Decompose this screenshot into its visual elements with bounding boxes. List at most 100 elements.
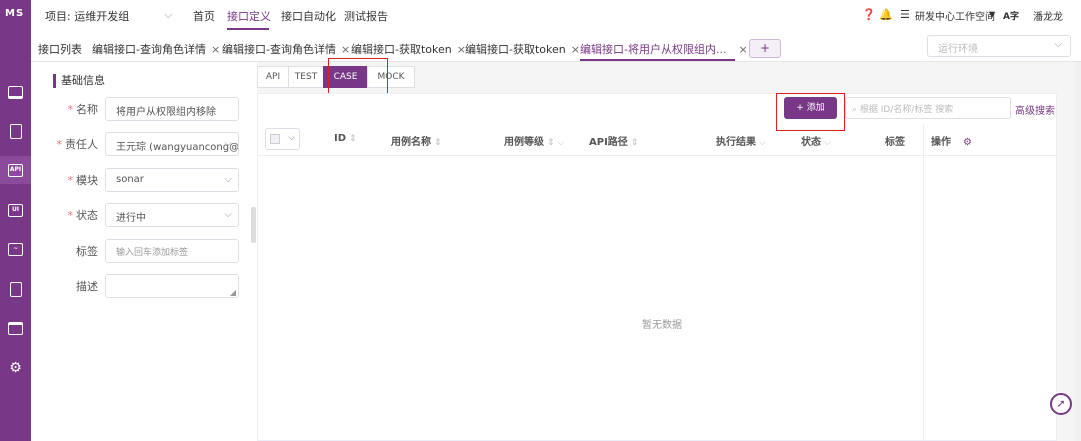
search-placeholder: 根据 ID/名称/标签 搜索 (859, 105, 954, 115)
column-id[interactable]: ID ⇕ (334, 133, 357, 144)
owner-select[interactable]: 王元琮 (wangyuancong@ ⌵ (105, 132, 239, 156)
field-label: * 责任人 (56, 138, 99, 151)
form-row-tags: 标签 输入回车添加标签 (37, 239, 255, 263)
actions-column (923, 124, 1056, 441)
filter-icon: ⌵ (759, 138, 766, 148)
form-row-status: * 状态 进行中 ⌵ (37, 203, 255, 227)
tab-active-indicator (580, 59, 735, 61)
close-icon[interactable]: × (211, 43, 220, 56)
mode-tab-api[interactable]: API (257, 66, 289, 88)
chevron-down-icon[interactable]: ⌵ (164, 8, 172, 22)
user-menu[interactable]: 潘龙龙 (1033, 8, 1063, 23)
column-case-name[interactable]: 用例名称 ⇕ (391, 133, 442, 148)
sidebar: MS API UI ~ ⚙ (0, 0, 31, 441)
performance-icon[interactable]: ~ (0, 235, 31, 263)
panel-resize-handle[interactable] (251, 207, 256, 243)
nav-home[interactable]: 首页 (193, 8, 215, 24)
help-icon[interactable]: ❓ (862, 8, 876, 21)
app-logo[interactable]: MS (5, 8, 27, 26)
select-all-checkbox[interactable] (270, 134, 280, 144)
form-row-name: * 名称 将用户从权限组内移除 (37, 97, 255, 121)
tab-label: 编辑接口-获取token (465, 43, 566, 56)
tab-label: 编辑接口-查询角色详情 (92, 43, 206, 56)
advanced-search-link[interactable]: 高级搜索 (1015, 102, 1055, 117)
tab-edit-2[interactable]: 编辑接口-查询角色详情 × (222, 41, 350, 57)
field-label: * 模块 (67, 174, 99, 187)
ui-icon[interactable]: UI (0, 196, 31, 224)
nav-api-definition[interactable]: 接口定义 (227, 8, 271, 24)
case-panel: API TEST CASE MOCK + 添加 ⌕ 根据 ID/名称/标签 搜索… (257, 58, 1081, 441)
field-label: 标签 (76, 245, 98, 258)
workspace-list-icon: ☰ (900, 8, 910, 21)
project-selector[interactable]: 项目: 运维开发组 (45, 8, 129, 24)
sort-icon: ⇕ (630, 138, 639, 148)
scrollbar[interactable] (1075, 62, 1081, 441)
tab-edit-5[interactable]: 编辑接口-将用户从权限组内... × (580, 41, 748, 57)
tab-edit-4[interactable]: 编辑接口-获取token × (465, 41, 580, 57)
column-api-path[interactable]: API路径 ⇕ (589, 133, 638, 148)
column-result[interactable]: 执行结果 ⌵ (716, 133, 766, 148)
name-input[interactable]: 将用户从权限组内移除 (105, 97, 239, 121)
chevron-down-icon: ⌵ (224, 138, 232, 149)
track-icon[interactable] (0, 117, 31, 145)
empty-state: 暂无数据 (642, 320, 682, 331)
nav-test-report[interactable]: 测试报告 (344, 8, 388, 24)
filter-icon: ⌵ (824, 138, 831, 148)
top-bar: 项目: 运维开发组 ⌵ 首页 接口定义 接口自动化 测试报告 ❓ 🔔 ☰ 研发中… (31, 0, 1081, 30)
case-table-panel: + 添加 ⌕ 根据 ID/名称/标签 搜索 高级搜索 ⌵ ID ⇕ 用例名称 ⇕ 用… (257, 93, 1057, 441)
column-tags: 标签 (885, 137, 905, 148)
workstation-icon[interactable] (0, 78, 31, 106)
nav-api-automation[interactable]: 接口自动化 (281, 8, 336, 24)
add-tab-button[interactable]: + (749, 39, 781, 58)
sort-icon: ⇕ ⌵ (547, 138, 565, 148)
project-icon[interactable] (0, 314, 31, 342)
module-select[interactable]: sonar ⌵ (105, 168, 239, 192)
language-icon[interactable]: A字 (1003, 9, 1019, 22)
tab-api-list[interactable]: 接口列表 (38, 41, 82, 57)
field-label: 描述 (76, 280, 98, 293)
report-icon[interactable] (0, 275, 31, 303)
tab-label: 编辑接口-将用户从权限组内... (580, 43, 727, 56)
settings-icon[interactable]: ⚙ (0, 354, 31, 382)
compass-icon[interactable]: ➚ (1050, 393, 1072, 415)
highlight-add-button (776, 93, 845, 131)
tab-edit-1[interactable]: 编辑接口-查询角色详情 × (92, 41, 220, 57)
column-case-level[interactable]: 用例等级 ⇕ ⌵ (504, 133, 564, 148)
form-row-owner: * 责任人 王元琮 (wangyuancong@ ⌵ (37, 132, 255, 156)
field-label: * 状态 (67, 209, 99, 222)
caret-down-icon[interactable]: ▼ (989, 10, 995, 19)
tab-label: 编辑接口-获取token (351, 43, 452, 56)
chevron-down-icon: ⌵ (224, 174, 232, 185)
form-row-module: * 模块 sonar ⌵ (37, 168, 255, 192)
status-select[interactable]: 进行中 ⌵ (105, 203, 239, 227)
workspace-selector[interactable]: 研发中心工作空间 (915, 8, 995, 23)
search-icon: ⌕ (852, 105, 858, 115)
sort-icon: ⇕ (349, 134, 357, 144)
close-icon[interactable]: × (571, 43, 580, 56)
tags-input[interactable]: 输入回车添加标签 (105, 239, 239, 263)
field-label: * 名称 (67, 103, 99, 116)
chevron-down-icon: ⌵ (288, 133, 295, 143)
api-icon[interactable]: API (0, 156, 31, 184)
tab-edit-3[interactable]: 编辑接口-获取token × (351, 41, 466, 57)
select-all-dropdown[interactable]: ⌵ (265, 128, 300, 150)
sort-icon: ⇕ (434, 138, 442, 148)
environment-placeholder: 运行环境 (938, 44, 978, 55)
basic-info-panel: 基础信息 * 名称 将用户从权限组内移除 * 责任人 王元琮 (wangyuanco… (37, 62, 255, 441)
tab-bar: 接口列表 编辑接口-查询角色详情 × 编辑接口-查询角色详情 × 编辑接口-获取to… (31, 35, 1081, 62)
mode-tab-test[interactable]: TEST (288, 66, 324, 88)
search-input[interactable]: ⌕ 根据 ID/名称/标签 搜索 (845, 97, 1011, 119)
chevron-down-icon: ⌵ (1054, 39, 1062, 50)
column-status[interactable]: 状态 ⌵ (801, 133, 831, 148)
close-icon[interactable]: × (341, 43, 350, 56)
chevron-down-icon: ⌵ (224, 209, 232, 220)
close-icon[interactable]: × (738, 43, 747, 56)
section-title: 基础信息 (53, 74, 105, 88)
highlight-case-tab (328, 58, 388, 97)
description-textarea[interactable]: ◢ (105, 274, 239, 298)
bell-icon[interactable]: 🔔 (879, 8, 893, 21)
form-row-description: 描述 ◢ (37, 274, 255, 298)
environment-select[interactable]: 运行环境 ⌵ (927, 35, 1071, 57)
nav-active-indicator (227, 28, 269, 30)
tab-label: 编辑接口-查询角色详情 (222, 43, 336, 56)
